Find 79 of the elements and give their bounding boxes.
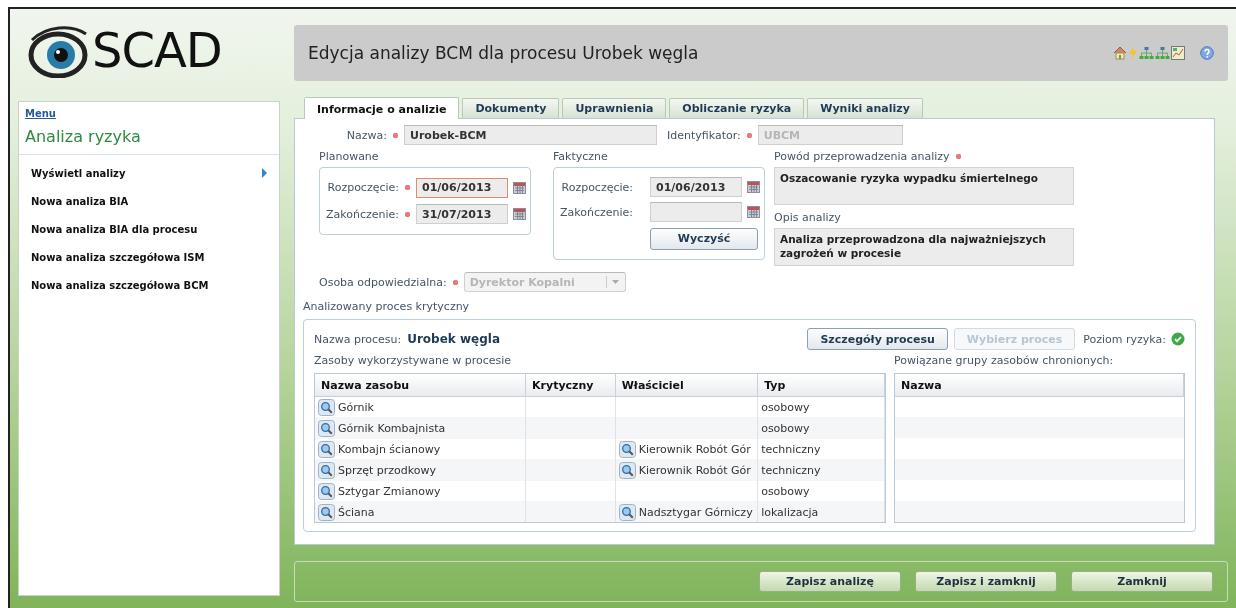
column-header: Nazwa zasobu (315, 374, 526, 397)
sidebar-item[interactable]: Nowa analiza szczegółowa BCM (19, 271, 279, 299)
table-cell: osobowy (761, 422, 810, 435)
field-label: Powód przeprowadzenia analizy (774, 150, 950, 163)
tab[interactable]: Uprawnienia (562, 98, 667, 118)
table-cell: techniczny (761, 464, 821, 477)
details-button[interactable]: Szczegóły procesu (807, 328, 948, 350)
table-cell: Kombajn ścianowy (338, 443, 441, 456)
sidebar-item[interactable]: Nowa analiza BIA dla procesu (19, 215, 279, 243)
magnifier-icon (318, 399, 335, 416)
menu-link[interactable]: Menu (19, 102, 62, 123)
field-label: Rozpoczęcie: (561, 180, 634, 194)
date-field[interactable]: 01/06/2013 (650, 177, 743, 198)
field-label: Rozpoczęcie: (327, 181, 400, 195)
calendar-icon (747, 181, 761, 194)
table-cell: Kierownik Robót Gór (638, 443, 751, 456)
calendar-icon (513, 208, 527, 221)
sidebar-heading: Analiza ryzyka (19, 123, 279, 155)
calendar-icon (747, 206, 761, 219)
date-field[interactable] (650, 202, 743, 223)
sidebar-item[interactable]: Nowa analiza szczegółowa ISM (19, 243, 279, 271)
table-cell: Górnik Kombajnista (338, 422, 446, 435)
column-header: Właściciel (615, 374, 758, 397)
field-label: Nazwa: (345, 128, 387, 142)
network-icon (1155, 46, 1170, 60)
network-icon (1139, 46, 1154, 60)
field-label: Osoba odpowiedzialna: (319, 275, 447, 289)
chart-icon (1171, 46, 1185, 60)
section-label: Zasoby wykorzystywane w procesie (314, 354, 513, 367)
field-label: Identyfikator: (667, 128, 741, 142)
process-name: Urobek węgla (407, 332, 501, 346)
field-label: Zakończenie: (326, 207, 400, 221)
column-header: Krytyczny (525, 374, 616, 397)
table-cell: Nadsztygar Górniczy (638, 506, 753, 519)
tab[interactable]: Obliczanie ryzyka (669, 98, 805, 118)
date-field[interactable]: 01/06/2013 (416, 177, 509, 198)
table-cell: Górnik (338, 401, 374, 414)
section-label: Planowane (319, 150, 380, 163)
clear-button[interactable]: Wyczyść (650, 227, 759, 250)
footer-button[interactable]: Zamknij (1071, 570, 1213, 592)
magnifier-icon (618, 441, 636, 458)
table-cell: Ściana (338, 506, 375, 519)
date-field[interactable]: 31/07/2013 (416, 204, 509, 225)
text-area[interactable]: Oszacowanie ryzyka wypadku śmiertelnego (774, 167, 1074, 205)
table-cell: lokalizacja (761, 506, 819, 519)
calendar-icon (513, 181, 527, 194)
sidebar-item[interactable]: Nowa analiza BIA (19, 187, 279, 215)
column-header: Nazwa (895, 374, 1184, 397)
field-label: Zakończenie: (560, 206, 634, 219)
footer-button[interactable]: Zapisz analizę (759, 570, 901, 592)
table-cell: Sprzęt przodkowy (338, 464, 437, 477)
table-cell: Kierownik Robót Gór (638, 464, 751, 477)
field-label: Nazwa procesu: (314, 332, 402, 346)
table-cell: osobowy (761, 485, 810, 498)
section-label: Faktyczne (553, 150, 609, 163)
magnifier-icon (318, 441, 335, 458)
check-icon (1171, 332, 1185, 346)
text-area[interactable]: Analiza przeprowadzona dla najważniejszych zagrożeń w procesie (774, 228, 1074, 266)
text-field[interactable]: Urobek-BCM (404, 125, 657, 145)
section-label: Powiązane grupy zasobów chronionych: (894, 354, 1115, 367)
page-title: Edycja analizy BCM dla procesu Urobek węgla (308, 43, 700, 63)
home-icon (1113, 46, 1127, 60)
column-header: Typ (757, 374, 885, 397)
caret-icon (605, 275, 622, 289)
tab[interactable]: Informacje o analizie (304, 97, 460, 119)
table-cell: Sztygar Zmianowy (338, 485, 441, 498)
logo-text: SCAD (92, 26, 222, 74)
help-icon (1200, 46, 1214, 60)
tab[interactable]: Dokumenty (462, 98, 560, 118)
field-label: Poziom ryzyka: (1083, 332, 1166, 346)
lightning-icon (1128, 46, 1138, 60)
section-label: Analizowany proces krytyczny (303, 300, 471, 313)
footer-button[interactable]: Zapisz i zamknij (915, 570, 1057, 592)
field-label: Opis analizy (774, 211, 841, 224)
table-cell: techniczny (761, 443, 821, 456)
table-cell: osobowy (761, 401, 810, 414)
tab[interactable]: Wyniki analizy (807, 98, 923, 118)
sidebar-item[interactable]: Wyświetl analizy (19, 159, 279, 187)
magnifier-icon (318, 483, 335, 500)
